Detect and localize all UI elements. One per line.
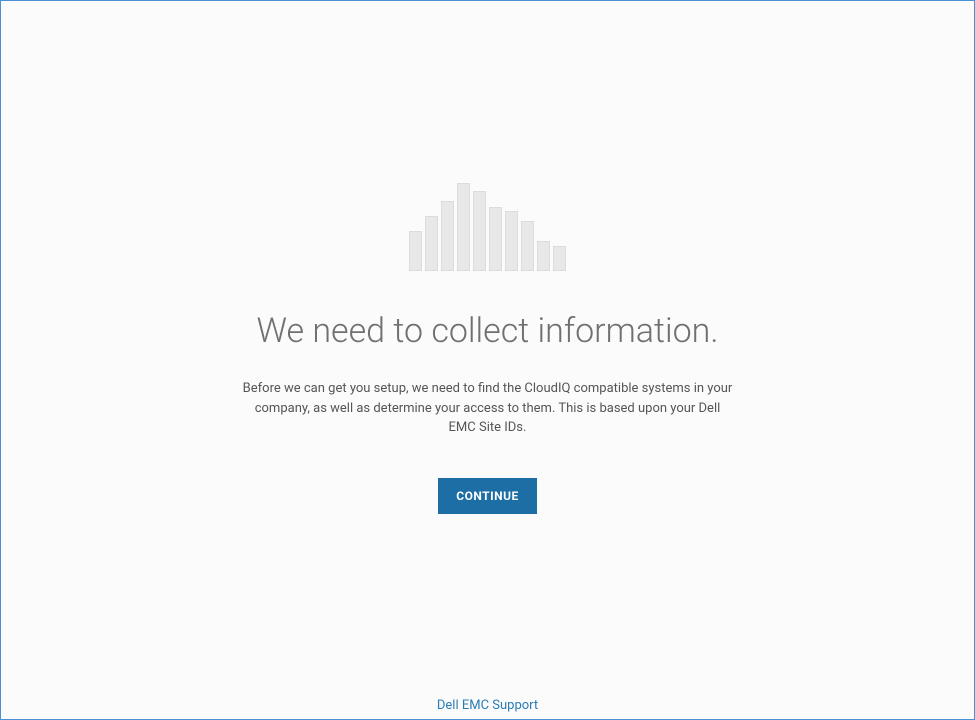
bar-segment xyxy=(457,183,470,271)
support-link[interactable]: Dell EMC Support xyxy=(437,698,538,713)
page-heading: We need to collect information. xyxy=(257,311,719,351)
content-area: We need to collect information. Before w… xyxy=(1,181,974,514)
bar-segment xyxy=(425,216,438,271)
cloud-bars-icon xyxy=(409,181,566,271)
page-description: Before we can get you setup, we need to … xyxy=(243,379,733,438)
bar-segment xyxy=(553,246,566,271)
onboarding-panel: We need to collect information. Before w… xyxy=(0,0,975,720)
bar-segment xyxy=(473,191,486,271)
bar-segment xyxy=(441,201,454,271)
bar-segment xyxy=(409,231,422,271)
bar-segment xyxy=(521,221,534,271)
continue-button[interactable]: CONTINUE xyxy=(438,478,537,514)
bar-segment xyxy=(537,241,550,271)
bar-segment xyxy=(489,207,502,271)
bar-segment xyxy=(505,211,518,271)
